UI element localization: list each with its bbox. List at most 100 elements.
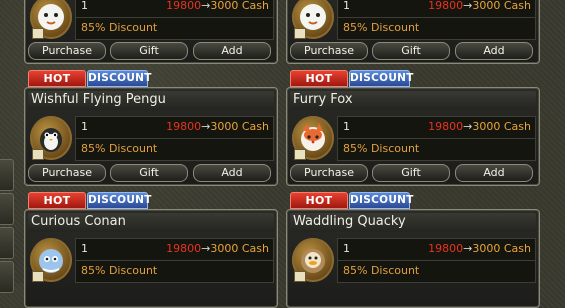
old-price: 19800: [166, 120, 202, 133]
item-info: 1 19800→3000 Cash 85% Discount: [75, 116, 274, 161]
item-name: Curious Conan: [31, 214, 126, 229]
item-price: 19800→3000 Cash: [428, 120, 531, 133]
item-info: 1 19800→3000 Cash 85% Discount: [337, 238, 536, 283]
item-quantity: 1: [81, 120, 88, 133]
item-quantity: 1: [343, 242, 350, 255]
item-quantity: 1: [343, 0, 350, 12]
item-panel: Curious Conan 1 19800→3000 Cash 85% Disc…: [24, 209, 278, 308]
item-panel: Waddling Quacky 1 19800→3000 Cash 85% Di…: [286, 209, 540, 308]
price-row: 1 19800→3000 Cash: [75, 116, 274, 139]
price-arrow: →: [201, 120, 211, 133]
item-info: 1 19800→3000 Cash 85% Discount: [75, 0, 274, 40]
price-arrow: →: [463, 0, 473, 12]
gift-icon: [32, 271, 44, 282]
gift-icon: [294, 149, 306, 160]
penguin-icon: [30, 0, 72, 39]
old-price: 19800: [166, 242, 202, 255]
purchase-button[interactable]: Purchase: [290, 42, 368, 60]
item-actions: Purchase Gift Add: [290, 42, 536, 60]
new-price: 3000 Cash: [472, 0, 531, 12]
duck-icon: [292, 238, 334, 282]
discount-text: 85% Discount: [343, 142, 420, 155]
item-price: 19800→3000 Cash: [166, 242, 269, 255]
discount-row: 85% Discount: [75, 17, 274, 40]
discount-row: 85% Discount: [337, 260, 536, 283]
old-price: 19800: [428, 0, 464, 12]
penguin-icon: [292, 0, 334, 39]
left-side-tabs: [0, 155, 14, 293]
discount-row: 85% Discount: [337, 17, 536, 40]
price-arrow: →: [201, 242, 211, 255]
price-arrow: →: [463, 120, 473, 133]
item-panel: 1 19800→3000 Cash 85% Discount Purchase …: [24, 0, 278, 64]
item-info: 1 19800→3000 Cash 85% Discount: [337, 116, 536, 161]
price-row: 1 19800→3000 Cash: [337, 0, 536, 18]
item-name: Furry Fox: [293, 92, 353, 107]
purchase-button[interactable]: Purchase: [28, 164, 106, 182]
gift-icon: [294, 28, 306, 39]
side-tab[interactable]: [0, 261, 14, 293]
hot-badge: HOT: [290, 70, 348, 87]
fox-icon: [292, 116, 334, 160]
item-actions: Purchase Gift Add: [290, 164, 536, 182]
new-price: 3000 Cash: [210, 0, 269, 12]
new-price: 3000 Cash: [210, 120, 269, 133]
price-row: 1 19800→3000 Cash: [75, 0, 274, 18]
item-actions: Purchase Gift Add: [28, 164, 274, 182]
price-arrow: →: [463, 242, 473, 255]
price-row: 1 19800→3000 Cash: [337, 116, 536, 139]
item-quantity: 1: [81, 242, 88, 255]
price-row: 1 19800→3000 Cash: [337, 238, 536, 261]
gift-button[interactable]: Gift: [372, 42, 450, 60]
hot-badge: HOT: [28, 70, 86, 87]
item-price: 19800→3000 Cash: [428, 242, 531, 255]
item-price: 19800→3000 Cash: [166, 0, 269, 12]
add-button[interactable]: Add: [193, 164, 271, 182]
side-tab[interactable]: [0, 159, 14, 191]
old-price: 19800: [428, 242, 464, 255]
gift-icon: [294, 271, 306, 282]
side-tab[interactable]: [0, 227, 14, 259]
gift-button[interactable]: Gift: [372, 164, 450, 182]
side-tab[interactable]: [0, 193, 14, 225]
discount-text: 85% Discount: [343, 264, 420, 277]
new-price: 3000 Cash: [472, 242, 531, 255]
discount-badge: DISCOUNT: [87, 70, 151, 87]
discount-row: 85% Discount: [75, 260, 274, 283]
old-price: 19800: [428, 120, 464, 133]
discount-badge: DISCOUNT: [349, 70, 413, 87]
discount-badge: DISCOUNT: [87, 192, 151, 209]
blue-pet-icon: [30, 238, 72, 282]
add-button[interactable]: Add: [193, 42, 271, 60]
item-actions: Purchase Gift Add: [28, 42, 274, 60]
gift-icon: [32, 28, 44, 39]
item-price: 19800→3000 Cash: [428, 0, 531, 12]
discount-text: 85% Discount: [343, 21, 420, 34]
item-quantity: 1: [343, 120, 350, 133]
item-info: 1 19800→3000 Cash 85% Discount: [75, 238, 274, 283]
item-quantity: 1: [81, 0, 88, 12]
old-price: 19800: [166, 0, 202, 12]
discount-text: 85% Discount: [81, 142, 158, 155]
penguin-icon: [30, 116, 72, 160]
hot-badge: HOT: [290, 192, 348, 209]
discount-badge: DISCOUNT: [349, 192, 413, 209]
new-price: 3000 Cash: [472, 120, 531, 133]
price-row: 1 19800→3000 Cash: [75, 238, 274, 261]
gift-button[interactable]: Gift: [110, 164, 188, 182]
item-name: Wishful Flying Pengu: [31, 92, 166, 107]
discount-row: 85% Discount: [75, 138, 274, 161]
purchase-button[interactable]: Purchase: [28, 42, 106, 60]
purchase-button[interactable]: Purchase: [290, 164, 368, 182]
gift-icon: [32, 149, 44, 160]
discount-row: 85% Discount: [337, 138, 536, 161]
add-button[interactable]: Add: [455, 42, 533, 60]
item-panel: Furry Fox 1 19800→3000 Cash 85% Discount…: [286, 87, 540, 186]
item-info: 1 19800→3000 Cash 85% Discount: [337, 0, 536, 40]
gift-button[interactable]: Gift: [110, 42, 188, 60]
price-arrow: →: [201, 0, 211, 12]
item-panel: 1 19800→3000 Cash 85% Discount Purchase …: [286, 0, 540, 64]
hot-badge: HOT: [28, 192, 86, 209]
add-button[interactable]: Add: [455, 164, 533, 182]
item-name: Waddling Quacky: [293, 214, 406, 229]
